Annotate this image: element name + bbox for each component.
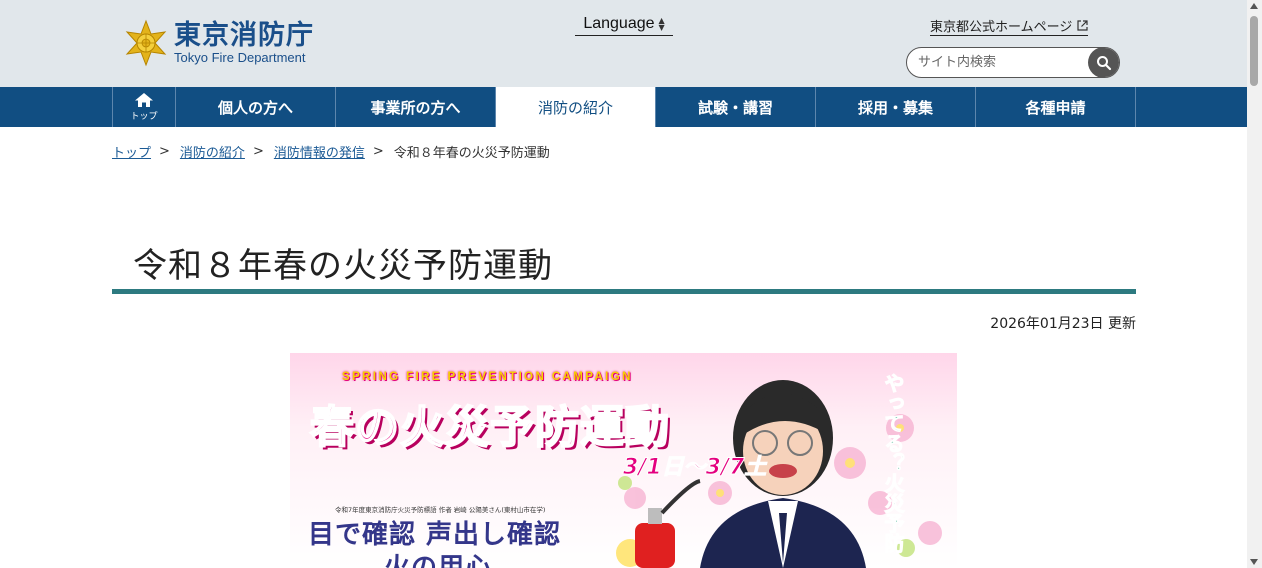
banner-slogan-credit: 令和7年度東京消防庁火災予防標語 作者 岩崎 公陽美さん(東村山市在学) bbox=[335, 506, 546, 514]
search-button[interactable] bbox=[1088, 48, 1119, 77]
tmg-homepage-link[interactable]: 東京都公式ホームページ bbox=[930, 16, 1089, 36]
chevron-right-icon: > bbox=[372, 143, 384, 159]
search-input[interactable] bbox=[907, 48, 1089, 77]
language-selector[interactable]: Language ▲ ▼ bbox=[575, 12, 673, 36]
external-link-icon bbox=[1077, 20, 1088, 31]
nav-item-recruitment[interactable]: 採用・募集 bbox=[816, 87, 976, 127]
nav-item-applications[interactable]: 各種申請 bbox=[976, 87, 1136, 127]
updated-date: 2026年01月23日 更新 bbox=[990, 316, 1136, 332]
scrollbar-thumb[interactable] bbox=[1250, 16, 1258, 86]
sort-arrows-icon: ▲ ▼ bbox=[658, 15, 665, 32]
logo-title: 東京消防庁 bbox=[174, 20, 314, 51]
scroll-down-arrow-icon[interactable] bbox=[1250, 559, 1258, 565]
home-icon bbox=[135, 93, 153, 107]
search-icon bbox=[1097, 55, 1112, 70]
title-divider bbox=[112, 289, 1136, 294]
chevron-right-icon: > bbox=[252, 143, 264, 159]
breadcrumb-current: 令和８年春の火災予防運動 bbox=[393, 145, 550, 161]
site-search bbox=[906, 47, 1120, 78]
breadcrumb-link-info[interactable]: 消防情報の発信 bbox=[274, 142, 365, 161]
banner-slogan-line1: 目で確認 声出し確認 bbox=[308, 520, 562, 550]
global-nav: トップ 個人の方へ 事業所の方へ 消防の紹介 試験・講習 採用・募集 各種申請 bbox=[0, 87, 1247, 127]
banner-english-title: SPRING FIRE PREVENTION CAMPAIGN bbox=[342, 371, 633, 383]
campaign-banner: SPRING FIRE PREVENTION CAMPAIGN 春の火災予防運動… bbox=[290, 353, 957, 568]
page-title: 令和８年春の火災予防運動 bbox=[133, 246, 553, 286]
site-header: 東京消防庁 Tokyo Fire Department Language ▲ ▼ … bbox=[0, 0, 1247, 87]
page-scrollbar[interactable] bbox=[1247, 0, 1262, 568]
banner-slogan-line2: 火の用心 bbox=[384, 553, 493, 568]
scroll-up-arrow-icon[interactable] bbox=[1250, 3, 1258, 9]
nav-item-about[interactable]: 消防の紹介 bbox=[496, 87, 656, 127]
breadcrumb: トップ > 消防の紹介 > 消防情報の発信 > 令和８年春の火災予防運動 bbox=[112, 142, 550, 161]
nav-item-businesses[interactable]: 事業所の方へ bbox=[336, 87, 496, 127]
banner-title: 春の火災予防運動 bbox=[309, 401, 670, 454]
nav-home[interactable]: トップ bbox=[112, 87, 176, 127]
banner-dates: 3/1日～3/7土 bbox=[622, 455, 767, 481]
tmg-link-label: 東京都公式ホームページ bbox=[930, 20, 1073, 35]
language-label: Language bbox=[583, 14, 655, 32]
site-logo[interactable]: 東京消防庁 Tokyo Fire Department bbox=[122, 18, 314, 68]
breadcrumb-link-about[interactable]: 消防の紹介 bbox=[180, 142, 245, 161]
breadcrumb-link-top[interactable]: トップ bbox=[112, 142, 151, 161]
nav-item-individuals[interactable]: 個人の方へ bbox=[176, 87, 336, 127]
logo-subtitle: Tokyo Fire Department bbox=[174, 50, 306, 65]
fire-department-emblem-icon bbox=[125, 19, 167, 67]
nav-item-exams[interactable]: 試験・講習 bbox=[656, 87, 816, 127]
banner-side-text: やってる？火災予防 bbox=[881, 373, 906, 554]
chevron-right-icon: > bbox=[159, 143, 170, 159]
nav-home-label: トップ bbox=[130, 112, 158, 122]
